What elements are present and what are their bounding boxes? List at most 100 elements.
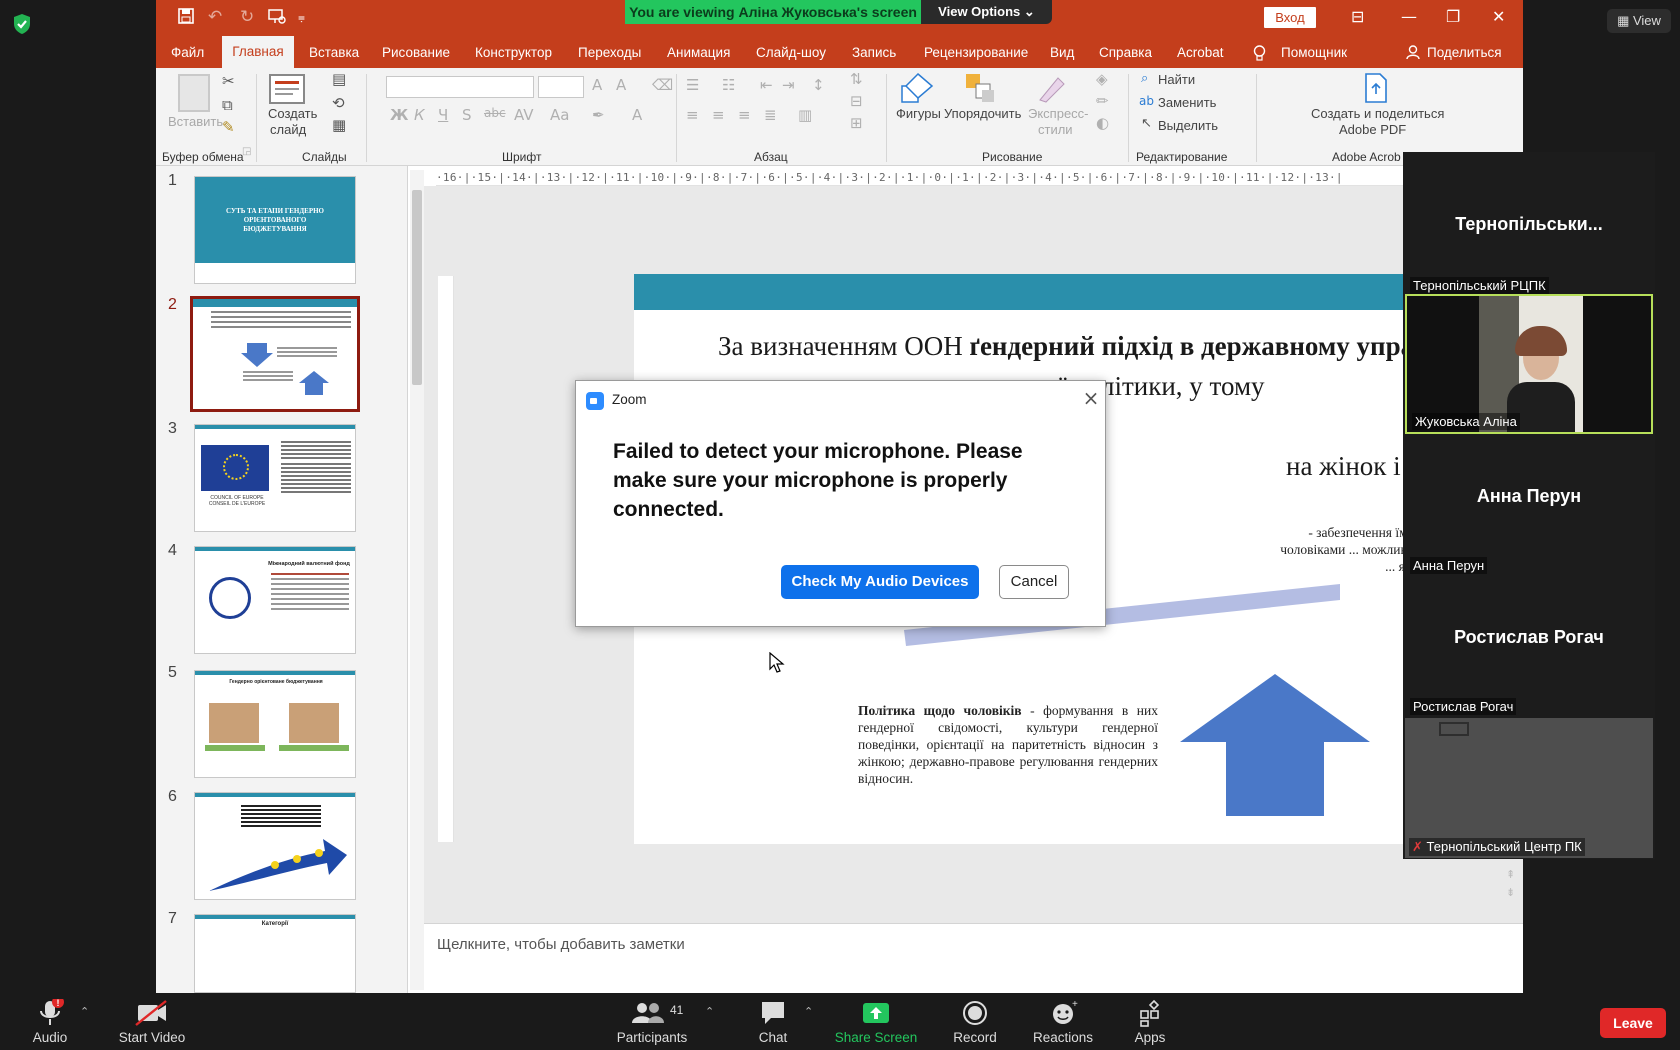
restore-icon[interactable]: ❐ [1446,7,1460,26]
create-pdf-label-2[interactable]: Adobe PDF [1339,122,1406,138]
reactions-button[interactable]: + Reactions [1030,993,1096,1050]
redo-icon[interactable]: ↻ [240,8,254,26]
start-slideshow-icon[interactable] [268,8,286,28]
new-slide-label-2[interactable]: слайд [270,122,306,138]
customize-quick-access-icon[interactable]: ⩦ [298,8,305,26]
new-slide-label-1[interactable]: Создать [268,106,317,122]
reset-icon[interactable]: ⟲ [332,94,345,112]
quick-styles-label-2[interactable]: стили [1038,122,1073,138]
bold-icon[interactable]: Ж [390,106,408,124]
align-right-icon[interactable]: ≡ [738,106,751,124]
paste-icon[interactable] [178,74,210,112]
italic-icon[interactable]: К [414,106,425,124]
tab-transitions[interactable]: Переходы [578,45,641,60]
save-icon[interactable] [178,8,194,28]
share-button[interactable]: Поделиться [1427,45,1502,60]
login-button[interactable]: Вход [1264,7,1316,28]
shape-outline-icon[interactable]: ✏ [1096,92,1109,110]
format-painter-icon[interactable]: ✎ [222,118,235,136]
quick-styles-label-1[interactable]: Экспресс- [1028,106,1089,122]
find-icon[interactable]: ⌕ [1141,71,1148,86]
align-left-icon[interactable]: ≡ [686,106,699,124]
replace-icon[interactable]: ab [1139,94,1154,108]
select-icon[interactable]: ↖ [1141,116,1152,131]
shape-effects-icon[interactable]: ◐ [1096,114,1109,132]
section-icon[interactable]: ▦ [332,116,346,134]
slide-thumbnail-4[interactable]: Міжнародний валютний фонд [194,546,356,654]
view-options-button[interactable]: View Options ⌄ [921,0,1052,24]
change-case-icon[interactable]: Aa [550,106,569,124]
tab-view[interactable]: Вид [1050,45,1074,60]
clear-format-icon[interactable]: ⌫ [652,76,673,94]
shape-fill-icon[interactable]: ◈ [1096,70,1108,88]
record-button[interactable]: Record [945,993,1005,1050]
layout-icon[interactable]: ▤ [332,70,346,88]
shadow-icon[interactable]: S [462,106,472,124]
create-pdf-icon[interactable] [1362,72,1390,104]
participant-tile[interactable]: Ростислав Рогач Ростислав Рогач [1405,577,1653,717]
participants-options-caret-icon[interactable]: ⌃ [705,1005,714,1018]
slide-thumbnail-2[interactable] [190,296,360,412]
dialog-close-icon[interactable]: × [1081,388,1101,408]
replace-button[interactable]: Заменить [1158,95,1216,111]
quick-styles-icon[interactable] [1036,72,1068,104]
tab-help[interactable]: Справка [1099,45,1152,60]
slide-thumbnail-3[interactable]: COUNCIL OF EUROPE CONSEIL DE L'EUROPE [194,424,356,532]
cancel-button[interactable]: Cancel [999,565,1069,599]
ribbon-display-options-icon[interactable]: ⊟ [1351,7,1364,26]
shapes-label[interactable]: Фигуры [896,106,941,122]
tab-tell-me[interactable]: Помощник [1281,45,1347,60]
new-slide-icon[interactable] [269,74,305,104]
tab-design[interactable]: Конструктор [475,45,552,60]
apps-button[interactable]: Apps [1120,993,1180,1050]
close-icon[interactable]: ✕ [1492,7,1505,26]
check-audio-devices-button[interactable]: Check My Audio Devices [781,565,979,599]
char-spacing-icon[interactable]: AV [514,106,534,124]
participants-button[interactable]: 41 Participants [612,993,692,1050]
chat-options-caret-icon[interactable]: ⌃ [804,1005,813,1018]
slide-thumbnail-6[interactable] [194,792,356,900]
participant-tile-active-speaker[interactable]: Жуковська Аліна [1405,294,1653,434]
bullets-icon[interactable]: ☰ [686,76,699,94]
arrange-icon[interactable] [964,72,996,104]
find-button[interactable]: Найти [1158,72,1195,88]
create-pdf-label-1[interactable]: Создать и поделиться [1311,106,1444,122]
tab-record[interactable]: Запись [852,45,896,60]
font-shrink-icon[interactable]: A [616,76,626,94]
tab-review[interactable]: Рецензирование [924,45,1028,60]
thumbnails-scrollbar[interactable] [410,170,424,990]
view-layout-button[interactable]: ▦ View [1607,9,1671,33]
tab-animations[interactable]: Анимация [667,45,730,60]
minimize-icon[interactable]: — [1401,7,1417,26]
underline-icon[interactable]: Ч [438,106,448,124]
smartart-icon[interactable]: ⊞ [850,114,863,132]
leave-meeting-button[interactable]: Leave [1600,1008,1666,1038]
justify-icon[interactable]: ≣ [764,106,777,124]
audio-button[interactable]: ! Audio [20,993,80,1050]
slide-thumbnail-7[interactable]: Категорії [194,914,356,993]
shapes-icon[interactable] [900,72,934,104]
font-color-icon[interactable]: A [632,106,642,124]
participant-tile[interactable]: ✗ Тернопільський Центр ПК [1405,718,1653,858]
font-grow-icon[interactable]: A [592,76,602,94]
clipboard-launcher-icon[interactable]: ◲ [242,146,251,157]
tab-insert[interactable]: Вставка [309,45,359,60]
tab-draw[interactable]: Рисование [382,45,450,60]
paste-button-label[interactable]: Вставить [168,114,223,130]
participant-tile[interactable]: Тернопільськи... Тернопільський РЦПК [1405,156,1653,296]
strikethrough-icon[interactable]: abc [484,106,506,120]
numbering-icon[interactable]: ☷ [722,76,735,94]
text-direction-icon[interactable]: ⇅ [850,70,863,88]
tab-slideshow[interactable]: Слайд-шоу [756,45,826,60]
share-screen-button[interactable]: Share Screen [833,993,919,1050]
align-center-icon[interactable]: ≡ [712,106,725,124]
arrange-label[interactable]: Упорядочить [944,106,1021,122]
cut-icon[interactable]: ✂ [222,72,235,90]
start-video-button[interactable]: Start Video [112,993,192,1050]
gallery-scroll-up-icon[interactable]: ⇞ [1506,868,1515,881]
font-family-combo[interactable] [386,76,534,98]
gallery-scroll-down-icon[interactable]: ⇟ [1506,886,1515,899]
align-text-icon[interactable]: ⊟ [850,92,863,110]
columns-icon[interactable]: ▥ [798,106,812,124]
line-spacing-icon[interactable]: ↕ [812,76,825,94]
